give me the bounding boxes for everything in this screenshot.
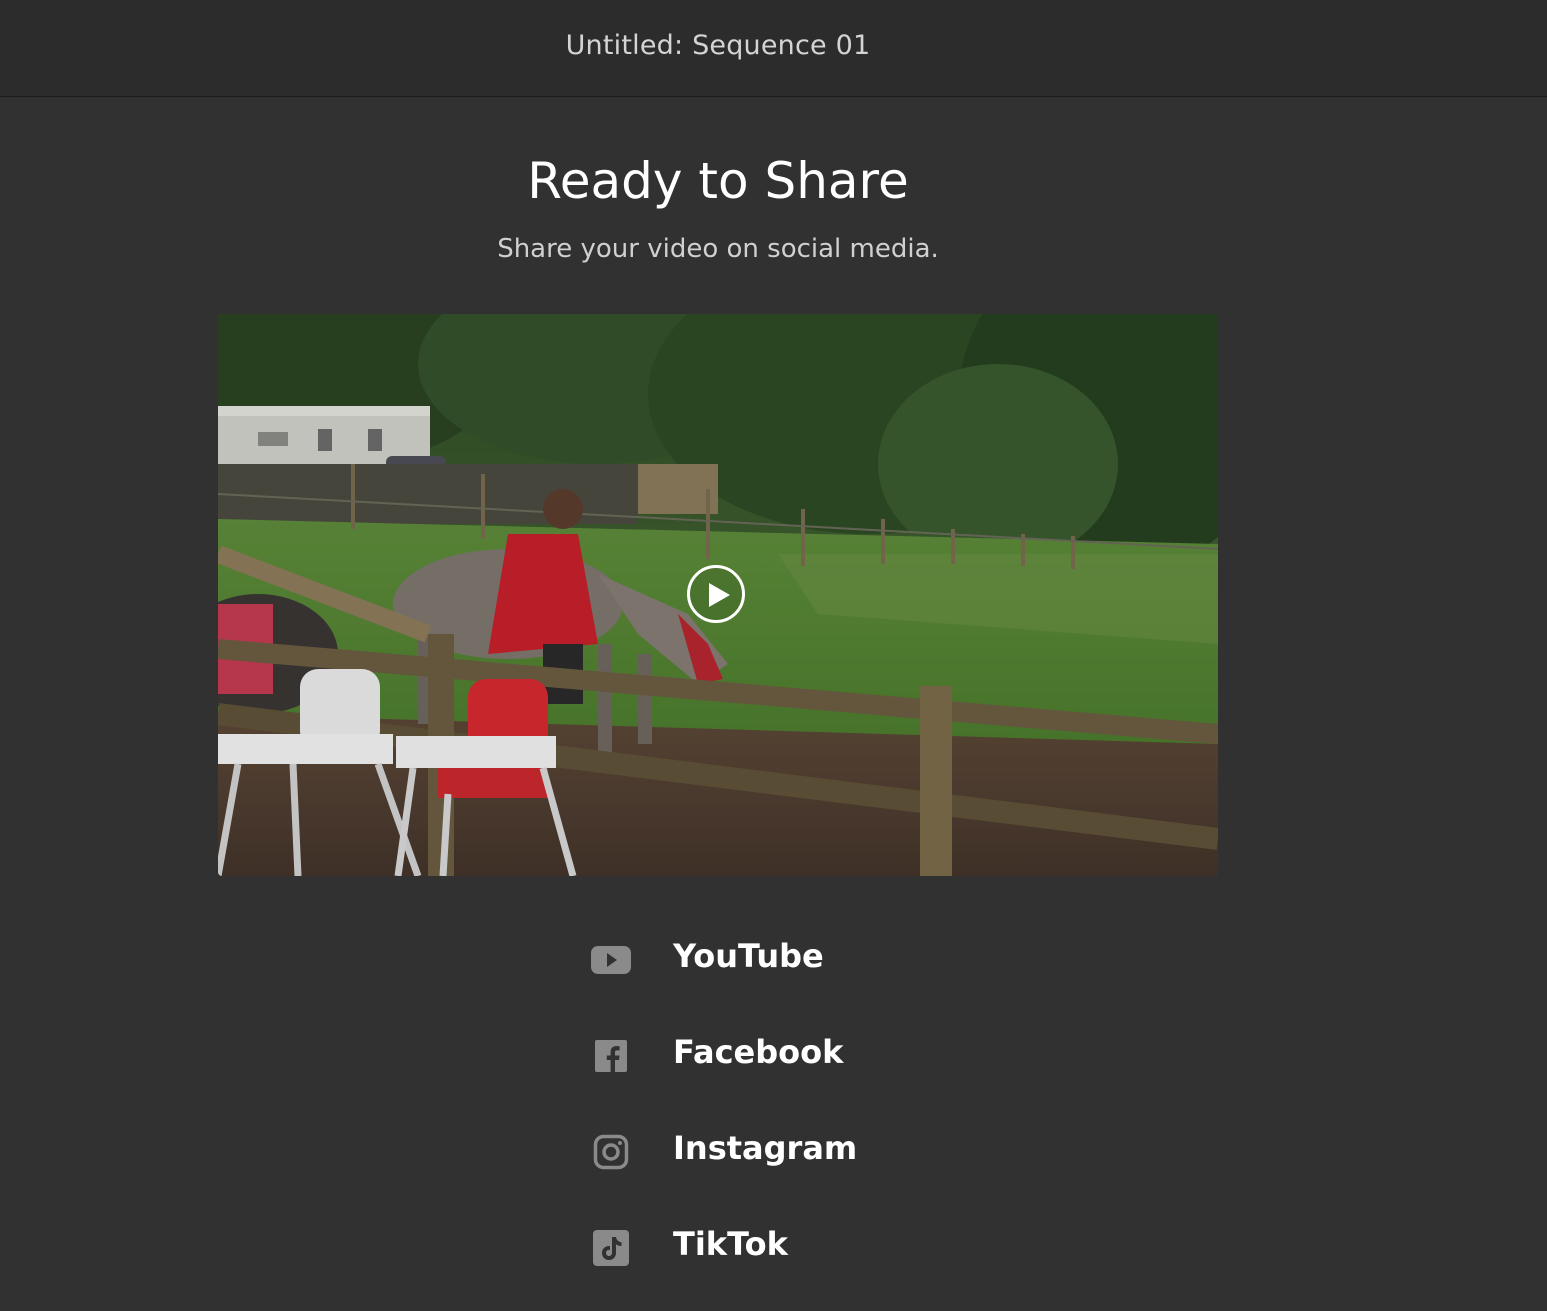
instagram-icon (593, 1134, 629, 1170)
video-preview[interactable] (218, 314, 1218, 876)
play-icon (709, 583, 730, 607)
share-tiktok-label: TikTok (673, 1225, 788, 1263)
share-options: YouTube Facebook Instagram TikTok (588, 920, 988, 1304)
share-instagram[interactable]: Instagram (588, 1112, 988, 1208)
page-title: Ready to Share (527, 152, 909, 210)
play-button[interactable] (687, 565, 745, 623)
tiktok-icon (593, 1230, 629, 1266)
title-bar: Untitled: Sequence 01 (0, 0, 1547, 97)
youtube-icon (591, 946, 631, 974)
share-facebook-label: Facebook (673, 1033, 844, 1071)
share-facebook[interactable]: Facebook (588, 1016, 988, 1112)
share-instagram-label: Instagram (673, 1129, 858, 1167)
share-tiktok[interactable]: TikTok (588, 1208, 988, 1304)
window-title: Untitled: Sequence 01 (565, 30, 871, 61)
share-youtube-label: YouTube (673, 937, 824, 975)
facebook-icon (595, 1040, 627, 1072)
share-youtube[interactable]: YouTube (588, 920, 988, 1016)
page-subtitle: Share your video on social media. (497, 234, 939, 264)
